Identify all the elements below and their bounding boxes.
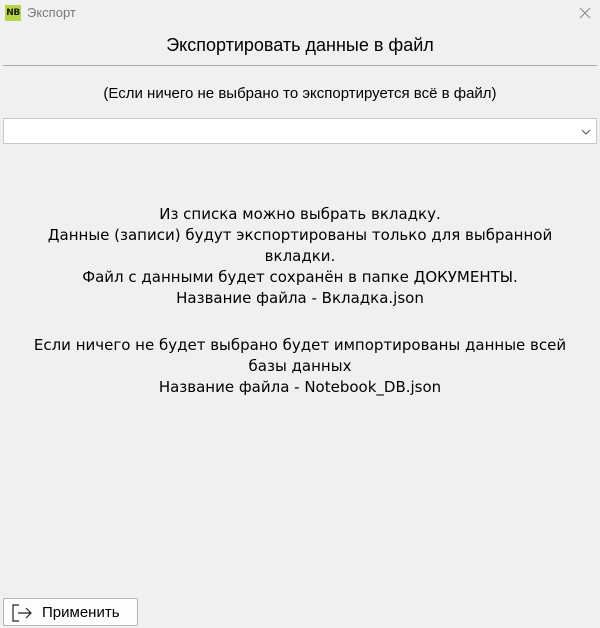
info-text: Из списка можно выбрать вкладку. Данные … xyxy=(20,204,580,398)
tab-select[interactable] xyxy=(3,118,597,144)
dialog-heading: Экспортировать данные в файл xyxy=(166,35,434,55)
info-line: Файл с данными будет сохранён в папке ДО… xyxy=(82,268,518,286)
window-title: Экспорт xyxy=(27,5,76,20)
info-line: Название файла - Notebook_DB.json xyxy=(158,378,442,396)
apply-button[interactable]: Применить xyxy=(3,598,138,626)
divider xyxy=(3,65,597,66)
title-bar: NB Экспорт xyxy=(0,0,600,26)
app-logo-icon: NB xyxy=(5,5,21,21)
hint-text: (Если ничего не выбрано то экспортируетс… xyxy=(103,85,497,102)
info-line: Название файла - Вкладка.json xyxy=(176,289,424,307)
info-line: Из списка можно выбрать вкладку. xyxy=(159,205,441,223)
close-button[interactable] xyxy=(574,2,596,24)
chevron-down-icon xyxy=(581,129,591,135)
info-line: Если ничего не будет выбрано будет импор… xyxy=(33,336,567,375)
info-line: Данные (записи) будут экспортированы тол… xyxy=(47,226,553,265)
export-icon xyxy=(12,604,32,622)
apply-button-label: Применить xyxy=(42,604,120,621)
close-icon xyxy=(579,7,591,19)
